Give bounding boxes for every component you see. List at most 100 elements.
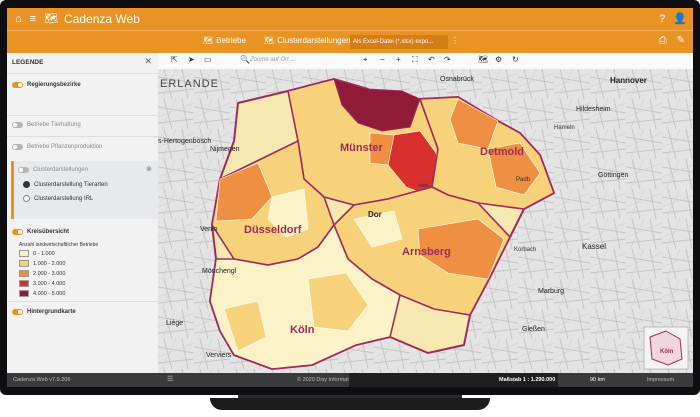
home-icon[interactable]: ⌂ [15, 8, 22, 30]
app-screen: ⌂ ≡ 🗺 Cadenza Web ? 👤 🗺 Betriebe 🗺 Clust… [7, 8, 693, 387]
label-giessen: Gießen [522, 326, 545, 333]
map-icon: 🗺 [203, 36, 214, 45]
legend-class-4: 3.000 - 4.000 [19, 280, 65, 287]
legend-class-label: 2.000 - 3.000 [33, 270, 66, 277]
label-osnabrueck: Osnabrück [440, 76, 474, 83]
minimap-label: Köln [660, 349, 674, 355]
rectangle-select-icon[interactable]: ▭ [204, 55, 212, 64]
label-kassel: Kassel [582, 242, 606, 251]
settings-icon[interactable]: ⚙ [495, 55, 502, 64]
toggle-switch[interactable] [12, 82, 23, 88]
legend-subtitle: Anzahl landwirtschaftlicher Betriebe [19, 242, 99, 248]
option-cluster-tierarten[interactable]: Clusterdarstellung Tierarten [23, 181, 108, 188]
edit-icon[interactable]: ✎ [677, 35, 685, 46]
radio-unselected[interactable] [23, 195, 30, 202]
layer-pflanzenproduktion[interactable]: Betriebe Pflanzenproduktion [12, 144, 102, 150]
option-label: Clusterdarstellung Tierarten [34, 181, 108, 188]
label-nijmegen: Nijmegen [210, 146, 240, 153]
map-layers-icon[interactable]: 🗺 [478, 55, 488, 64]
toggle-switch[interactable] [12, 144, 23, 150]
label-muenster: Münster [340, 142, 384, 154]
option-label: Clusterdarstellung IRL [34, 195, 94, 202]
label-korbach: Korbach [514, 247, 536, 253]
main-toolbar: 🗺 Betriebe 🗺 Clusterdarstellungen Als Ex… [7, 30, 693, 54]
toggle-switch[interactable] [12, 229, 23, 235]
help-icon[interactable]: ? [659, 8, 665, 30]
layer-label: Betriebe Pflanzenproduktion [27, 144, 103, 150]
layer-label: Kreisübersicht [27, 229, 70, 235]
layer-tierhaltung[interactable]: Betriebe Tierhaltung [12, 122, 81, 128]
betriebe-label: Betriebe [216, 36, 246, 45]
layer-clusterdarstellungen[interactable]: Clusterdarstellungen [18, 167, 88, 173]
export-select[interactable]: Als Excel-Datei (*.xlsx) expo... [350, 35, 448, 49]
select-tool-icon[interactable]: ⇱ [171, 55, 178, 64]
legend-class-5: 4.000 - 5.000 [19, 290, 65, 297]
clusterdarstellungen-label: Clusterdarstellungen [277, 36, 351, 45]
legend-class-label: 3.000 - 4.000 [33, 280, 66, 287]
overview-minimap[interactable]: Köln [643, 326, 689, 370]
legend-class-1: 0 - 1.000 [19, 250, 55, 257]
menu-icon[interactable]: ≡ [30, 8, 36, 30]
label-goettingen: Göttingen [598, 172, 628, 179]
radio-selected[interactable] [23, 181, 30, 188]
more-options-button[interactable]: ⋮ [451, 36, 459, 45]
search-input[interactable]: Zoome auf Ort ... [250, 57, 295, 63]
status-bar: Cadenza Web v7.9.206 ☰ © 2020 Disy Infor… [7, 373, 693, 387]
layer-label: Hintergrundkarte [27, 309, 76, 315]
legend-swatch [19, 260, 29, 267]
legend-class-label: 4.000 - 5.000 [33, 290, 66, 297]
map-canvas[interactable]: Münster Detmold Düsseldorf Arnsberg Köln… [158, 69, 693, 374]
list-icon[interactable]: ☰ [167, 375, 173, 383]
version-text: Cadenza Web v7.9.206 [13, 377, 71, 383]
legend-class-label: 1.000 - 2.000 [33, 260, 66, 267]
search-icon: 🔍 [240, 55, 250, 64]
label-liege: Liège [166, 320, 183, 327]
user-icon[interactable]: 👤 [673, 8, 687, 30]
distance-text: 90 km [590, 377, 605, 383]
app-title: Cadenza Web [64, 12, 140, 26]
legend-swatch [19, 270, 29, 277]
impressum-link[interactable]: Impressum [647, 377, 674, 383]
print-icon[interactable]: ⎙ [659, 35, 667, 46]
label-arnsberg: Arnsberg [402, 246, 451, 258]
label-koeln: Köln [290, 324, 315, 336]
legend-class-2: 1.000 - 2.000 [19, 260, 65, 267]
clusterdarstellungen-button[interactable]: 🗺 Clusterdarstellungen [264, 36, 351, 45]
pointer-icon[interactable]: ➤ [188, 55, 195, 64]
layer-label: Clusterdarstellungen [33, 167, 89, 173]
label-padb: Padb [516, 177, 531, 183]
label-erlande: ERLANDE [160, 78, 219, 90]
legend-swatch [19, 280, 29, 287]
betriebe-button[interactable]: 🗺 Betriebe [203, 36, 246, 45]
redo-icon[interactable]: ↷ [444, 55, 451, 64]
fullscreen-icon[interactable]: ⛶ [412, 55, 418, 65]
zoom-in-icon[interactable]: + [396, 55, 401, 64]
layer-hintergrundkarte[interactable]: Hintergrundkarte [12, 309, 76, 315]
layer-label: Regierungsbezirke [27, 82, 81, 88]
label-hameln: Hameln [554, 125, 575, 131]
layer-regierungsbezirke[interactable]: Regierungsbezirke [12, 82, 81, 88]
layer-kreisuebersicht[interactable]: Kreisübersicht [12, 229, 69, 235]
map-icon: 🗺 [264, 36, 275, 45]
legend-panel: LEGENDE ✕ Regierungsbezirke Betriebe Tie… [7, 53, 159, 373]
remove-icon[interactable]: ⊗ [146, 165, 152, 173]
option-cluster-irl[interactable]: Clusterdarstellung IRL [23, 195, 93, 202]
label-dortmund: Dor [368, 210, 382, 219]
legend-header: LEGENDE ✕ [7, 53, 158, 75]
close-icon[interactable]: ✕ [144, 56, 152, 67]
toggle-switch[interactable] [18, 167, 29, 173]
legend-swatch [19, 290, 29, 297]
monitor-stand [210, 398, 490, 410]
legend-swatch [19, 250, 29, 257]
layer-label: Betriebe Tierhaltung [27, 122, 81, 128]
refresh-icon[interactable]: ↻ [512, 55, 519, 64]
label-verviers: Verviers [206, 352, 232, 359]
zoom-out-icon[interactable]: − [380, 55, 385, 64]
label-venlo: Venlo [200, 226, 218, 233]
locate-icon[interactable]: ⌖ [363, 55, 368, 65]
legend-class-3: 2.000 - 3.000 [19, 270, 65, 277]
toggle-switch[interactable] [12, 122, 23, 128]
undo-icon[interactable]: ↶ [428, 55, 435, 64]
label-hannover: Hannover [610, 76, 647, 85]
toggle-switch[interactable] [12, 309, 23, 315]
